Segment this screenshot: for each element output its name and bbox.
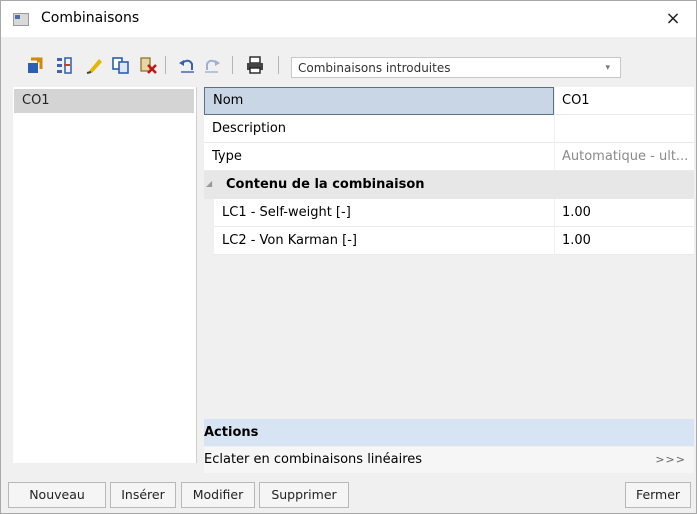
property-label: LC2 - Von Karman [-]: [214, 227, 554, 255]
new-combination-icon[interactable]: [25, 55, 45, 75]
collapse-icon[interactable]: ◢: [206, 179, 212, 188]
explode-combinations-button[interactable]: >>>: [655, 447, 686, 473]
toolbar-separator: [278, 56, 279, 74]
copy-icon[interactable]: [111, 55, 131, 75]
window-icon: [13, 13, 29, 26]
title-bar: Combinaisons ×: [1, 1, 696, 37]
group-header-combination-content[interactable]: ◢ Contenu de la combinaison: [204, 171, 694, 199]
action-label: Eclater en combinaisons linéaires: [204, 452, 423, 467]
property-label: Nom: [204, 87, 554, 115]
combinations-dialog: Combinaisons × Combinaisons introduites …: [0, 0, 697, 514]
toolbar-separator: [165, 56, 166, 74]
combination-list: CO1: [13, 87, 197, 463]
print-icon[interactable]: [245, 55, 265, 75]
property-row-lc2: LC2 - Von Karman [-] 1.00: [204, 227, 694, 255]
action-row: Eclater en combinaisons linéaires >>>: [204, 447, 694, 473]
window-title: Combinaisons: [41, 10, 140, 26]
delete-button[interactable]: Supprimer: [259, 482, 349, 508]
group-title: Contenu de la combinaison: [226, 177, 425, 192]
coefficient-field[interactable]: 1.00: [555, 199, 694, 227]
list-item[interactable]: CO1: [14, 89, 194, 113]
toolbar: Combinaisons introduites ▾: [1, 47, 696, 83]
property-row-lc1: LC1 - Self-weight [-] 1.00: [204, 199, 694, 227]
modify-button[interactable]: Modifier: [181, 482, 255, 508]
property-label: LC1 - Self-weight [-]: [214, 199, 554, 227]
property-row-type: Type Automatique - ult...: [204, 143, 694, 171]
redo-icon[interactable]: [202, 55, 222, 75]
toolbar-separator: [232, 56, 233, 74]
coefficient-field[interactable]: 1.00: [555, 227, 694, 255]
property-grid: Nom CO1 Description Type Automatique - u…: [204, 87, 694, 417]
close-button[interactable]: ×: [650, 1, 696, 37]
close-dialog-button[interactable]: Fermer: [625, 482, 691, 508]
description-field[interactable]: [555, 115, 694, 143]
property-label: Description: [204, 115, 554, 143]
new-button[interactable]: Nouveau: [8, 482, 106, 508]
combination-filter-select[interactable]: Combinaisons introduites ▾: [291, 57, 621, 78]
edit-icon[interactable]: [85, 55, 105, 75]
button-bar: Nouveau Insérer Modifier Supprimer Ferme…: [1, 478, 696, 513]
chevron-down-icon: ▾: [605, 63, 610, 73]
combination-filter-value: Combinaisons introduites: [298, 61, 451, 75]
undo-icon[interactable]: [177, 55, 197, 75]
name-field[interactable]: CO1: [555, 87, 694, 115]
delete-icon[interactable]: [138, 55, 158, 75]
insert-button[interactable]: Insérer: [110, 482, 176, 508]
property-row-description: Description: [204, 115, 694, 143]
property-label: Type: [204, 143, 554, 171]
property-row-name: Nom CO1: [204, 87, 694, 115]
actions-header: Actions: [204, 419, 694, 446]
type-field[interactable]: Automatique - ult...: [555, 143, 694, 171]
insert-icon[interactable]: [55, 55, 75, 75]
